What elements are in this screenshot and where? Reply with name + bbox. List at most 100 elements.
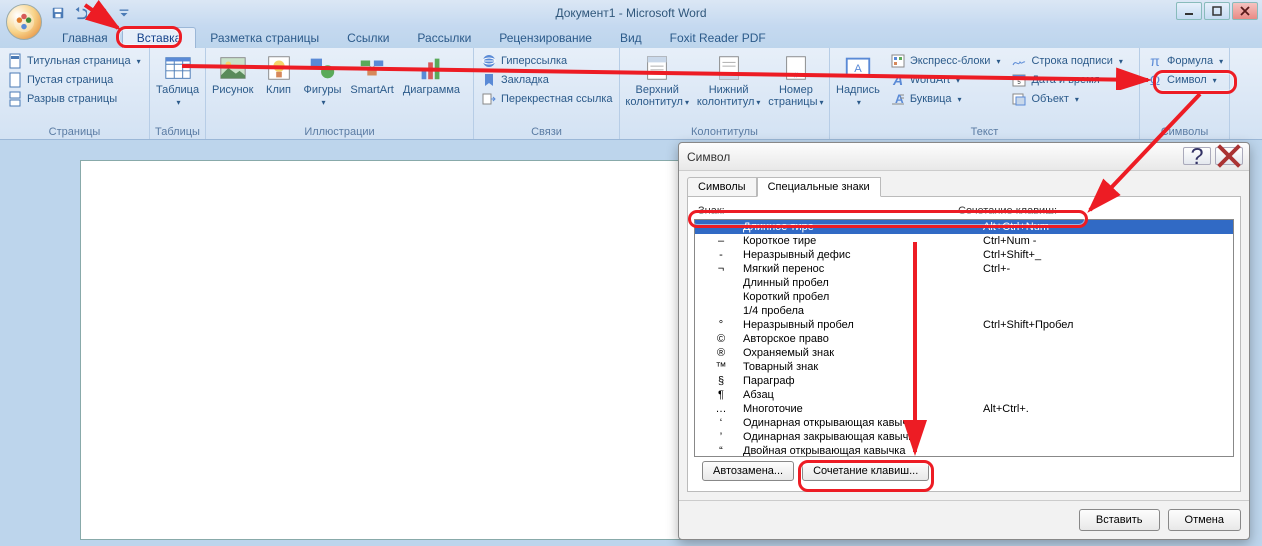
symbol-dialog: Символ ? Символы Специальные знаки Знак:… (678, 142, 1250, 540)
cover-page-button[interactable]: Титульная страница▾ (4, 52, 144, 70)
dialog-panel: Знак: Сочетание клавиш: —Длинное тиреAlt… (687, 196, 1241, 492)
group-headfoot-label: Колонтитулы (622, 125, 827, 139)
autocorrect-button[interactable]: Автозамена... (702, 461, 794, 481)
minimize-button[interactable] (1176, 2, 1202, 20)
dialog-title-text: Символ (687, 150, 730, 164)
list-item[interactable]: ¬Мягкий переносCtrl+- (695, 262, 1233, 276)
smartart-button[interactable]: SmartArt (346, 50, 397, 98)
dropcap-button[interactable]: AБуквица▾ (887, 90, 1004, 108)
undo-button[interactable] (70, 3, 90, 23)
clip-button[interactable]: Клип (259, 50, 299, 98)
header-button[interactable]: Верхний колонтитул▾ (622, 50, 692, 111)
annotation-symbol-button (1153, 70, 1237, 94)
list-item[interactable]: …МноготочиеAlt+Ctrl+. (695, 402, 1233, 416)
quickparts-button[interactable]: Экспресс-блоки▾ (887, 52, 1004, 70)
table-button[interactable]: Таблица▾ (152, 50, 203, 111)
list-item[interactable]: -Неразрывный дефисCtrl+Shift+_ (695, 248, 1233, 262)
dialog-help-button[interactable]: ? (1183, 147, 1211, 165)
group-tables: Таблица▾ Таблицы (150, 48, 206, 139)
textbox-label: Надпись (836, 84, 880, 96)
page-break-button[interactable]: Разрыв страницы (4, 90, 144, 108)
tab-home[interactable]: Главная (48, 28, 122, 48)
page-break-label: Разрыв страницы (27, 93, 117, 105)
hyperlink-label: Гиперссылка (501, 55, 567, 67)
window-title: Документ1 - Microsoft Word (555, 6, 706, 20)
formula-button[interactable]: πФормула▾ (1144, 52, 1226, 70)
save-button[interactable] (48, 3, 68, 23)
wordart-button[interactable]: AWordArt▾ (887, 71, 1004, 89)
document-page[interactable] (80, 160, 700, 540)
dialog-footer: Вставить Отмена (679, 500, 1249, 539)
shapes-icon (306, 52, 338, 84)
textbox-icon: A (842, 52, 874, 84)
list-item[interactable]: Длинный пробел (695, 276, 1233, 290)
dialog-tabs: Символы Специальные знаки (679, 171, 1249, 197)
bookmark-button[interactable]: Закладка (478, 71, 616, 89)
ribbon-tabs: Главная Вставка Разметка страницы Ссылки… (0, 26, 1262, 48)
crossref-label: Перекрестная ссылка (501, 93, 613, 105)
list-item[interactable]: ’Одинарная закрывающая кавычка (695, 430, 1233, 444)
smartart-icon (356, 52, 388, 84)
tab-mailings[interactable]: Рассылки (403, 28, 485, 48)
special-chars-list: —Длинное тиреAlt+Ctrl+Num -–Короткое тир… (694, 219, 1234, 457)
svg-text:π: π (1150, 53, 1160, 69)
insert-button[interactable]: Вставить (1079, 509, 1160, 531)
datetime-label: Дата и время (1031, 74, 1099, 86)
list-item[interactable]: ¶Абзац (695, 388, 1233, 402)
annotation-insert-tab (116, 26, 182, 48)
tab-review[interactable]: Рецензирование (485, 28, 606, 48)
footer-button[interactable]: Нижний колонтитул▾ (693, 50, 763, 111)
clip-label: Клип (266, 84, 291, 96)
office-button[interactable] (6, 4, 42, 40)
list-item[interactable]: 1/4 пробела (695, 304, 1233, 318)
tab-view[interactable]: Вид (606, 28, 656, 48)
blank-page-button[interactable]: Пустая страница (4, 71, 144, 89)
qat-customize[interactable] (114, 3, 134, 23)
titlebar: Документ1 - Microsoft Word (0, 0, 1262, 26)
dialog-titlebar[interactable]: Символ ? (679, 143, 1249, 171)
list-item[interactable]: °Неразрывный пробелCtrl+Shift+Пробел (695, 318, 1233, 332)
list-item[interactable]: ™Товарный знак (695, 360, 1233, 374)
group-pages: Титульная страница▾ Пустая страница Разр… (0, 48, 150, 139)
pagenum-label: Номер страницы (768, 84, 817, 108)
bookmark-label: Закладка (501, 74, 549, 86)
group-illustrations: Рисунок Клип Фигуры▾ SmartArt Диаграмма … (206, 48, 474, 139)
tab-page-layout[interactable]: Разметка страницы (196, 28, 333, 48)
datetime-button[interactable]: 5Дата и время (1008, 71, 1125, 89)
maximize-button[interactable] (1204, 2, 1230, 20)
list-item[interactable]: –Короткое тиреCtrl+Num - (695, 234, 1233, 248)
chart-button[interactable]: Диаграмма (399, 50, 464, 98)
textbox-button[interactable]: AНадпись▾ (832, 50, 884, 111)
redo-button[interactable] (92, 3, 112, 23)
list-item[interactable]: ©Авторское право (695, 332, 1233, 346)
tab-references[interactable]: Ссылки (333, 28, 403, 48)
smartart-label: SmartArt (350, 84, 393, 96)
pagenum-icon: # (780, 52, 812, 84)
dialog-tab-special[interactable]: Специальные знаки (757, 177, 881, 197)
list-item[interactable]: “Двойная открывающая кавычка (695, 444, 1233, 456)
group-symbols-label: Символы (1142, 125, 1227, 139)
cancel-button[interactable]: Отмена (1168, 509, 1241, 531)
group-links-label: Связи (476, 125, 617, 139)
crossref-button[interactable]: Перекрестная ссылка (478, 90, 616, 108)
hyperlink-button[interactable]: Гиперссылка (478, 52, 616, 70)
dialog-tab-symbols[interactable]: Символы (687, 177, 757, 197)
list-scroll[interactable]: —Длинное тиреAlt+Ctrl+Num -–Короткое тир… (695, 220, 1233, 456)
shapes-button[interactable]: Фигуры▾ (300, 50, 346, 111)
close-button[interactable] (1232, 2, 1258, 20)
shapes-label: Фигуры (304, 84, 342, 96)
object-button[interactable]: Объект▾ (1008, 90, 1125, 108)
cover-page-label: Титульная страница (27, 55, 131, 67)
svg-text:?: ? (1190, 143, 1203, 169)
list-item[interactable]: Короткий пробел (695, 290, 1233, 304)
formula-label: Формула (1167, 55, 1213, 67)
picture-button[interactable]: Рисунок (208, 50, 258, 98)
list-item[interactable]: ®Охраняемый знак (695, 346, 1233, 360)
pagenum-button[interactable]: #Номер страницы▾ (765, 50, 827, 111)
dialog-close-button[interactable] (1215, 147, 1243, 165)
list-item[interactable]: ‘Одинарная открывающая кавычка (695, 416, 1233, 430)
group-text-label: Текст (832, 125, 1137, 139)
signature-button[interactable]: Строка подписи▾ (1008, 52, 1125, 70)
list-item[interactable]: §Параграф (695, 374, 1233, 388)
tab-foxit[interactable]: Foxit Reader PDF (656, 28, 780, 48)
